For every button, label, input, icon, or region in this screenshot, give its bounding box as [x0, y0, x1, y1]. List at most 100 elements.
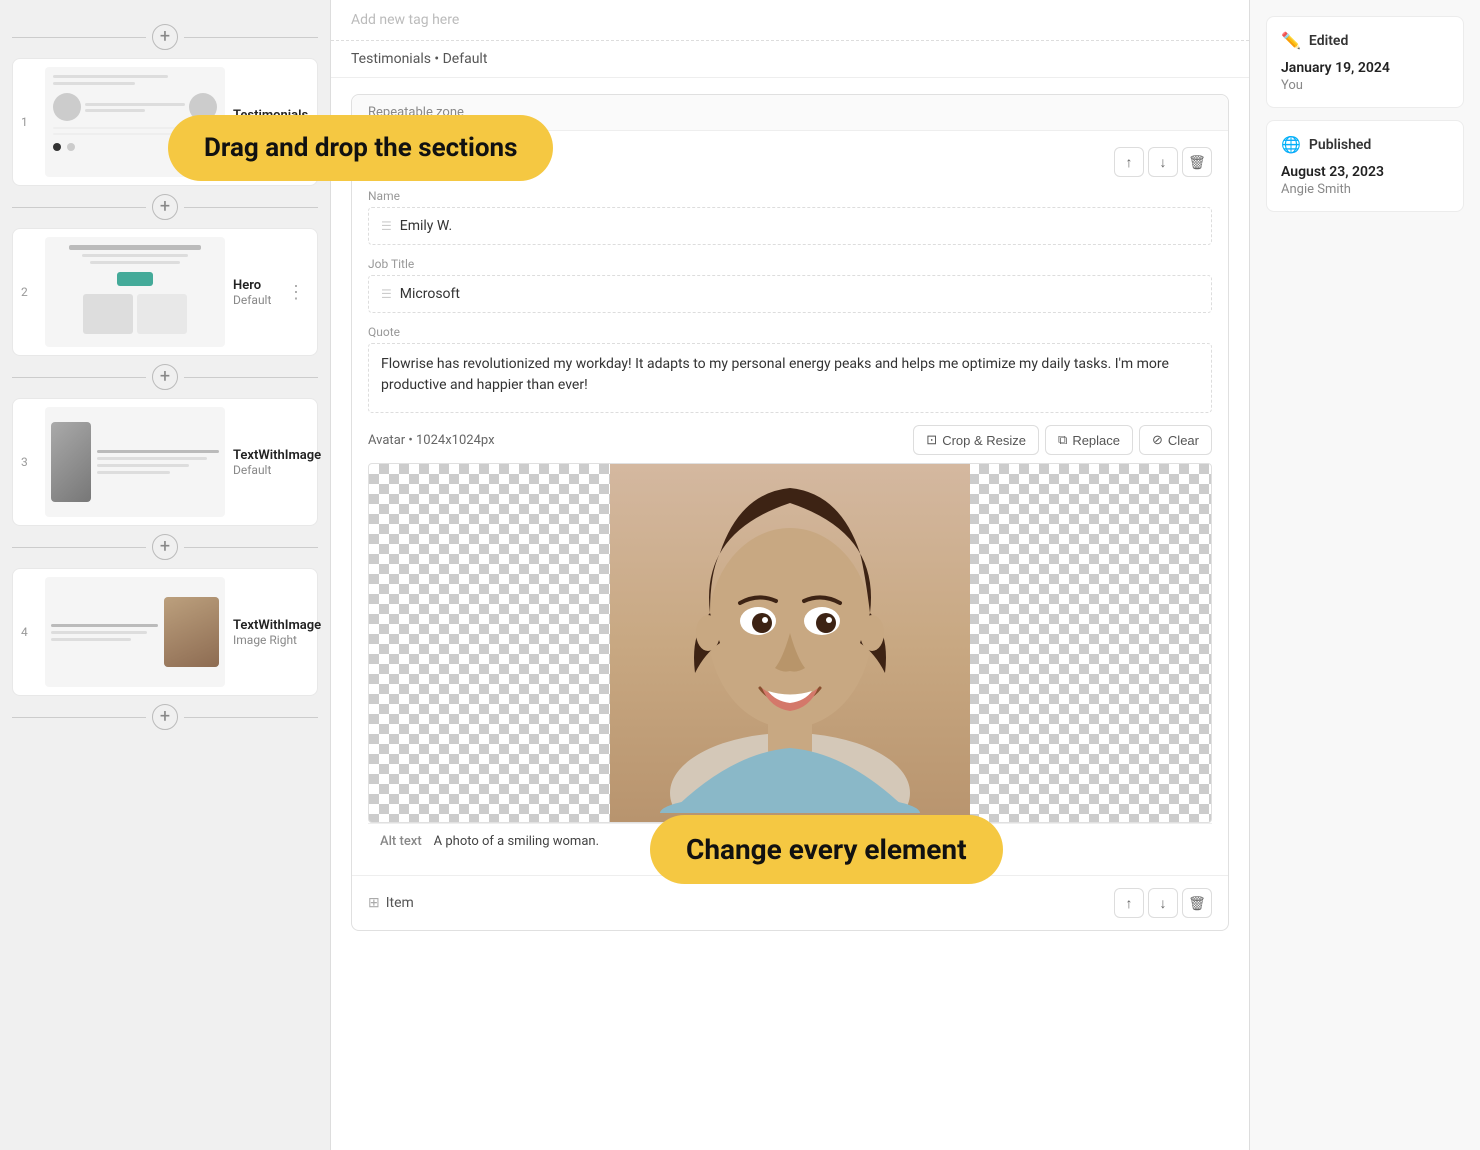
section-item-3[interactable]: 3 TextWithImage Default [12, 398, 318, 526]
quote-field-label: Quote [368, 325, 1212, 339]
clear-label: Clear [1168, 433, 1199, 448]
avatar-photo [610, 464, 970, 822]
published-date: August 23, 2023 [1281, 164, 1449, 180]
job-field-input[interactable]: ☰ Microsoft [368, 275, 1212, 313]
right-panel: ✏️ Edited January 19, 2024 You 🌐 Publish… [1250, 0, 1480, 1150]
job-field-group: Job Title ☰ Microsoft [368, 257, 1212, 313]
edited-title: Edited [1309, 33, 1348, 49]
alt-text-label: Alt text [380, 834, 422, 849]
add-section-divider-bottom: + [12, 704, 318, 730]
published-title: Published [1309, 137, 1371, 153]
section-variant-1: Default [233, 123, 308, 137]
sidebar: + 1 [0, 0, 330, 1150]
published-header: 🌐 Published [1281, 135, 1449, 154]
section-variant-3: Default [233, 463, 321, 477]
breadcrumb: Testimonials • Default [331, 41, 1249, 78]
section-thumb-4 [45, 577, 225, 687]
section-name-3: TextWithImage [233, 448, 321, 463]
published-section: 🌐 Published August 23, 2023 Angie Smith [1266, 120, 1464, 212]
item-label-2: ⊞ Item [368, 895, 414, 911]
name-drag-icon: ☰ [381, 219, 392, 233]
section-thumb-1 [45, 67, 225, 177]
quote-field-textarea[interactable]: Flowrise has revolutionized my workday! … [368, 343, 1212, 413]
replace-btn[interactable]: ⧉ Replace [1045, 425, 1133, 455]
tag-bar[interactable]: Add new tag here [331, 0, 1249, 41]
item-block-1: ⊞ Item ↑ ↓ 🗑 Name ☰ [352, 131, 1228, 875]
section-menu-1[interactable]: ⋮ [316, 108, 330, 137]
add-section-divider-top: + [12, 24, 318, 50]
content-area: Repeatable zone ⊞ Item ↑ ↓ 🗑 [331, 94, 1249, 951]
replace-label: Replace [1072, 433, 1120, 448]
edited-header: ✏️ Edited [1281, 31, 1449, 50]
item-block-2: ⊞ Item ↑ ↓ 🗑 [352, 875, 1228, 930]
job-field-label: Job Title [368, 257, 1212, 271]
item-label-1: ⊞ Item [368, 154, 414, 170]
section-variant-4: Image Right [233, 633, 321, 647]
clear-btn[interactable]: ⊘ Clear [1139, 425, 1212, 455]
section-drag-3[interactable]: ⠿ [329, 454, 330, 470]
item-up-btn[interactable]: ↑ [1114, 147, 1144, 177]
job-field-value: Microsoft [400, 286, 460, 302]
alt-text-bar: Alt text A photo of a smiling woman. [368, 823, 1212, 859]
section-item-1[interactable]: 1 [12, 58, 318, 186]
add-section-divider-3: + [12, 364, 318, 390]
section-menu-4[interactable]: ⋮ [329, 618, 330, 647]
item-delete-btn[interactable]: 🗑 [1182, 147, 1212, 177]
edited-by: You [1281, 78, 1449, 93]
avatar-title: Avatar • 1024x1024px [368, 433, 495, 448]
name-field-group: Name ☰ Emily W. [368, 189, 1212, 245]
item2-down-btn[interactable]: ↓ [1148, 888, 1178, 918]
crop-label: Crop & Resize [942, 433, 1026, 448]
section-name-2: Hero [233, 278, 275, 293]
section-thumb-2 [45, 237, 225, 347]
item2-text: Item [386, 895, 414, 911]
item-actions-2: ↑ ↓ 🗑 [1114, 888, 1212, 918]
edited-date: January 19, 2024 [1281, 60, 1449, 76]
add-section-divider-4: + [12, 534, 318, 560]
section-variant-2: Default [233, 293, 275, 307]
crop-resize-btn[interactable]: ⊡ Crop & Resize [913, 425, 1039, 455]
section-num-2: 2 [21, 285, 37, 299]
alt-text-value[interactable]: A photo of a smiling woman. [434, 834, 599, 849]
avatar-image-container [368, 463, 1212, 823]
item-down-btn[interactable]: ↓ [1148, 147, 1178, 177]
add-section-btn-2[interactable]: + [152, 194, 178, 220]
person-svg [650, 473, 930, 813]
tag-placeholder: Add new tag here [351, 12, 459, 28]
section-num-3: 3 [21, 455, 37, 469]
main-content: Add new tag here Testimonials • Default … [330, 0, 1250, 1150]
section-name-4: TextWithImage [233, 618, 321, 633]
section-item-4[interactable]: 4 TextWithImage Ima [12, 568, 318, 696]
section-item-2[interactable]: 2 Her [12, 228, 318, 356]
avatar-section: Avatar • 1024x1024px ⊡ Crop & Resize ⧉ R… [368, 425, 1212, 859]
item-actions-1: ↑ ↓ 🗑 [1114, 147, 1212, 177]
pencil-icon: ✏️ [1281, 31, 1301, 50]
avatar-header: Avatar • 1024x1024px ⊡ Crop & Resize ⧉ R… [368, 425, 1212, 455]
quote-field-group: Quote Flowrise has revolutionized my wor… [368, 325, 1212, 413]
clear-icon: ⊘ [1152, 432, 1163, 448]
section-name-1: Testimonials [233, 108, 308, 123]
job-drag-icon: ☰ [381, 287, 392, 301]
globe-icon: 🌐 [1281, 135, 1301, 154]
replace-icon: ⧉ [1058, 432, 1067, 448]
repeatable-zone-header: Repeatable zone [352, 95, 1228, 131]
section-thumb-3 [45, 407, 225, 517]
item-grid-icon: ⊞ [368, 154, 380, 170]
item2-up-btn[interactable]: ↑ [1114, 888, 1144, 918]
published-by: Angie Smith [1281, 182, 1449, 197]
add-section-btn-3[interactable]: + [152, 364, 178, 390]
item-header-1: ⊞ Item ↑ ↓ 🗑 [368, 147, 1212, 177]
edited-section: ✏️ Edited January 19, 2024 You [1266, 16, 1464, 108]
section-num-1: 1 [21, 115, 37, 129]
name-field-input[interactable]: ☰ Emily W. [368, 207, 1212, 245]
item2-delete-btn[interactable]: 🗑 [1182, 888, 1212, 918]
add-section-btn-bottom[interactable]: + [152, 704, 178, 730]
add-section-btn-4[interactable]: + [152, 534, 178, 560]
item-text: Item [386, 154, 414, 170]
add-section-btn-top[interactable]: + [152, 24, 178, 50]
crop-icon: ⊡ [926, 432, 937, 448]
repeatable-zone: Repeatable zone ⊞ Item ↑ ↓ 🗑 [351, 94, 1229, 931]
add-section-divider-2: + [12, 194, 318, 220]
section-menu-2[interactable]: ⋮ [283, 278, 309, 307]
item2-grid-icon: ⊞ [368, 895, 380, 911]
